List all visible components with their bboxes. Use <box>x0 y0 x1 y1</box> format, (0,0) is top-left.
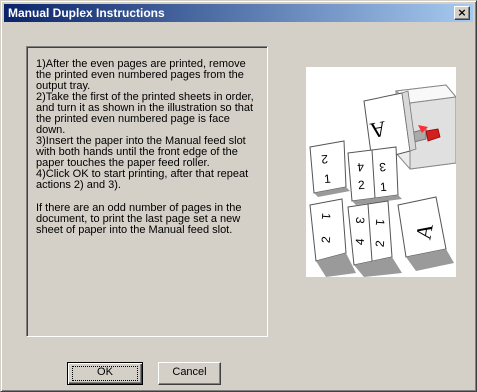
instructions-note: If there are an odd number of pages in t… <box>36 202 242 236</box>
manual-duplex-dialog: Manual Duplex Instructions × 1)After the… <box>0 0 477 392</box>
cancel-button[interactable]: Cancel <box>158 362 221 385</box>
title-bar[interactable]: Manual Duplex Instructions × <box>4 4 473 22</box>
sheet-stack-5: A <box>397 196 454 271</box>
close-icon: × <box>457 6 467 19</box>
instructions-steps: 1)After the even pages are printed, remo… <box>36 58 254 191</box>
cancel-button-label: Cancel <box>172 366 207 378</box>
duplex-illustration-graphic: A 2 1 4 3 2 1 1 2 3 4 1 2 A <box>309 84 456 277</box>
dialog-title: Manual Duplex Instructions <box>8 6 165 20</box>
sheet-stack-4: 3 4 1 2 <box>347 200 402 277</box>
duplex-illustration: A 2 1 4 3 2 1 1 2 3 4 1 2 A <box>306 67 456 277</box>
ok-button-label: OK <box>97 366 113 378</box>
ok-button[interactable]: OK <box>67 362 143 385</box>
close-button[interactable]: × <box>454 6 470 20</box>
sheet-stack-2: 4 3 2 1 <box>347 146 402 205</box>
instructions-panel: 1)After the even pages are printed, remo… <box>26 46 268 337</box>
sheet-stack-1: 2 1 <box>309 140 350 197</box>
